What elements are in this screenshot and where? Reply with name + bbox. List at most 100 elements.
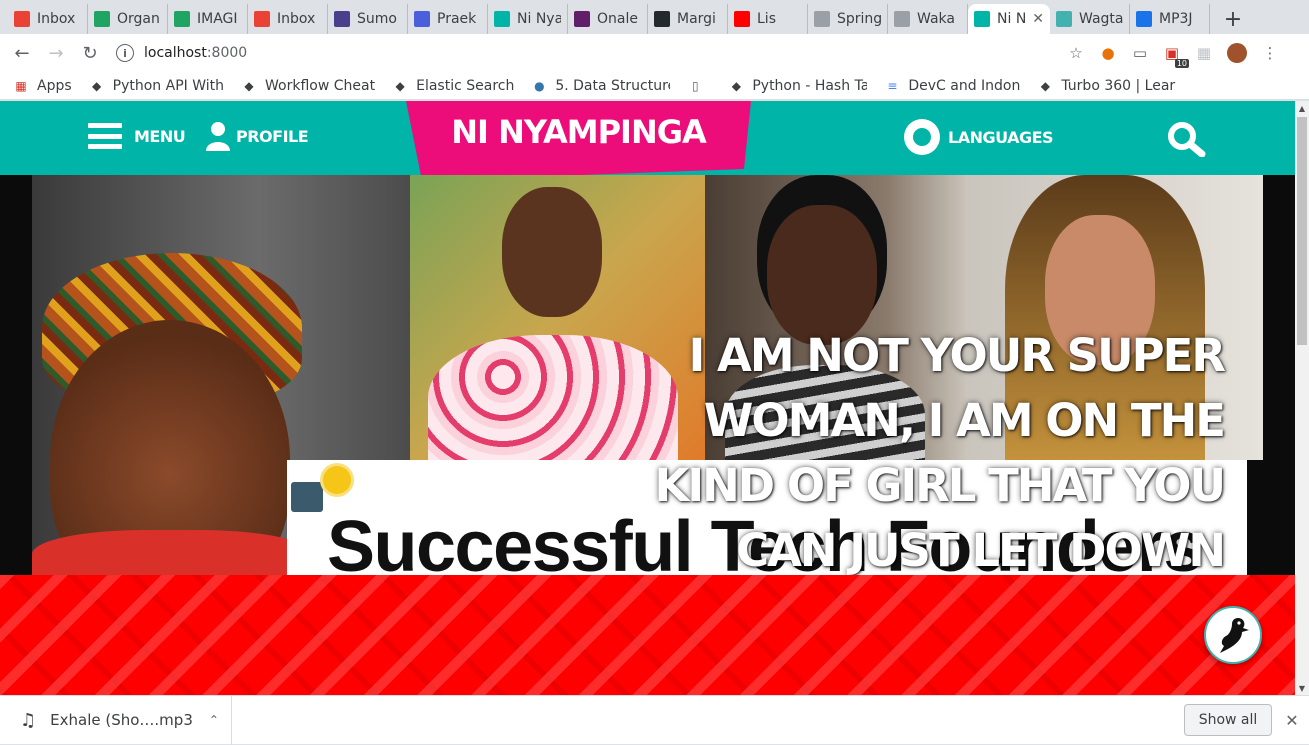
- scrollbar-thumb[interactable]: [1297, 117, 1307, 345]
- gmail-icon: [254, 11, 270, 27]
- address-bar[interactable]: i localhost:8000: [116, 38, 1067, 68]
- tab-title: Inbox: [277, 11, 316, 27]
- bookmark-item[interactable]: ◆ Python API With: [90, 78, 224, 94]
- bookmark-item[interactable]: ● 5. Data Structure: [532, 78, 670, 94]
- bookmark-label: DevC and Indon: [908, 77, 1021, 94]
- pattern-section: [0, 575, 1295, 695]
- show-all-button[interactable]: Show all: [1184, 704, 1272, 736]
- profile-button[interactable]: PROFILE: [206, 121, 309, 151]
- menu-label: MENU: [134, 126, 186, 146]
- browser-tab[interactable]: Ni N ✕: [968, 4, 1050, 34]
- languages-button[interactable]: LANGUAGES: [904, 119, 1054, 155]
- bookmark-label: Python - Hash Ta: [752, 77, 868, 94]
- bookmark-item[interactable]: ▦ Apps: [14, 77, 72, 94]
- extension-rocket-icon[interactable]: ●: [1099, 44, 1117, 62]
- reload-button[interactable]: ↻: [74, 37, 106, 69]
- browser-menu-icon[interactable]: ⋮: [1261, 44, 1279, 62]
- profile-avatar[interactable]: [1227, 43, 1247, 63]
- browser-tab[interactable]: Organ: [88, 4, 168, 34]
- browser-tab[interactable]: Margi: [648, 4, 728, 34]
- bookmark-item[interactable]: ◆ Workflow Cheat: [242, 78, 375, 94]
- back-button[interactable]: ←: [6, 37, 38, 69]
- bookmark-item[interactable]: ◆ Elastic Search: [393, 78, 514, 94]
- tab-title: Ni N: [997, 11, 1027, 27]
- apps-grid-icon: ▦: [15, 78, 27, 93]
- tab-title: Waka: [917, 11, 955, 27]
- browser-tab[interactable]: Lis: [728, 4, 808, 34]
- globe-chat-icon: [904, 119, 940, 155]
- browser-tab[interactable]: Ni Nya: [488, 4, 568, 34]
- site-info-icon[interactable]: i: [116, 44, 134, 62]
- close-icon[interactable]: ✕: [1282, 708, 1302, 732]
- extension-calendar-icon[interactable]: ▣ 10: [1163, 44, 1189, 68]
- site-logo[interactable]: NI NYAMPINGA: [406, 101, 751, 181]
- profile-label: PROFILE: [236, 126, 309, 146]
- browser-tab[interactable]: Inbox: [248, 4, 328, 34]
- tab-strip: Inbox Organ IMAGI Inbox Sumo Praek Ni Nya Onale…: [0, 0, 1309, 34]
- scroll-down-arrow-icon[interactable]: ▼: [1295, 681, 1309, 695]
- downloads-bar: ♫ Exhale (Sho….mp3 ⌃ Show all ✕: [0, 695, 1309, 745]
- bookmark-icon: ◆: [395, 78, 405, 93]
- tab-title: Praek: [437, 11, 477, 27]
- search-button[interactable]: [1166, 121, 1208, 158]
- site-header: MENU PROFILE NI NYAMPINGA LANGUAGES: [0, 101, 1295, 181]
- wagtail-userbar-button[interactable]: [1204, 606, 1262, 664]
- scroll-up-arrow-icon[interactable]: ▲: [1295, 101, 1309, 115]
- music-file-icon: ♫: [20, 709, 37, 731]
- calendar-icon: [414, 11, 430, 27]
- browser-tab[interactable]: Spring: [808, 4, 888, 34]
- gmail-icon: [14, 11, 30, 27]
- bookmark-item[interactable]: ◆ Python - Hash Ta: [729, 77, 868, 94]
- logo-text: NI NYAMPINGA: [451, 113, 707, 151]
- menu-button[interactable]: MENU: [88, 123, 186, 149]
- tab-title: Onale: [597, 11, 638, 27]
- slack-icon: [574, 11, 590, 27]
- browser-tab[interactable]: IMAGI: [168, 4, 248, 34]
- youtube-icon: [734, 11, 750, 27]
- extension-window-icon[interactable]: ▭: [1131, 44, 1149, 62]
- browser-tab[interactable]: Sumo: [328, 4, 408, 34]
- drive-icon: [94, 11, 110, 27]
- drive-icon: [174, 11, 190, 27]
- close-tab-icon[interactable]: ✕: [1032, 11, 1044, 27]
- bookmark-label: Apps: [37, 77, 72, 94]
- chevron-up-icon[interactable]: ⌃: [209, 713, 219, 727]
- page-icon: [894, 11, 910, 27]
- browser-tab[interactable]: Praek: [408, 4, 488, 34]
- tab-title: MP3J: [1159, 11, 1193, 27]
- tab-title: Ni Nya: [517, 11, 561, 27]
- search-icon: [1168, 122, 1206, 158]
- extension-grid-icon[interactable]: ▦: [1195, 44, 1213, 62]
- bookmark-star-icon[interactable]: ☆: [1067, 44, 1085, 62]
- tab-title: Inbox: [37, 11, 76, 27]
- browser-tab[interactable]: Onale: [568, 4, 648, 34]
- extension-badge: 10: [1174, 59, 1189, 68]
- bookmarks-bar: ▦ Apps ◆ Python API With ◆ Workflow Cheat ◆ Ela…: [0, 72, 1309, 100]
- bookmark-label: Workflow Cheat: [265, 77, 376, 94]
- download-item[interactable]: ♫ Exhale (Sho….mp3 ⌃: [0, 695, 232, 745]
- docs-icon: ≡: [887, 78, 898, 93]
- browser-tab[interactable]: Wagta: [1050, 4, 1130, 34]
- url-port: :8000: [206, 45, 248, 61]
- bookmark-label: Turbo 360 | Learn: [1061, 77, 1177, 94]
- tab-title: IMAGI: [197, 11, 238, 27]
- forward-button[interactable]: →: [40, 37, 72, 69]
- browser-tab[interactable]: Waka: [888, 4, 968, 34]
- bookmark-item[interactable]: ≡ DevC and Indon: [885, 78, 1020, 94]
- toolbar-actions: ☆ ● ▭ ▣ 10 ▦ ⋮: [1067, 43, 1279, 68]
- browser-tab[interactable]: MP3J: [1130, 4, 1210, 34]
- browser-tab[interactable]: Inbox: [8, 4, 88, 34]
- page-scrollbar[interactable]: ▲ ▼: [1295, 101, 1309, 695]
- bookmark-icon: ◆: [92, 78, 102, 93]
- new-tab-button[interactable]: +: [1218, 4, 1248, 34]
- bookmark-item[interactable]: ◆ Turbo 360 | Learn: [1038, 77, 1177, 94]
- hero-quote: I AM NOT YOUR SUPER WOMAN, I AM ON THE K…: [654, 329, 1226, 575]
- bookmark-item[interactable]: ▯: [688, 79, 711, 93]
- ninyampinga-icon: [974, 11, 990, 27]
- page-icon: ▯: [692, 78, 699, 93]
- github-icon: [654, 11, 670, 27]
- page-icon: [814, 11, 830, 27]
- hamburger-icon: [88, 123, 122, 149]
- tab-title: Wagta: [1079, 11, 1123, 27]
- download-icon: [1136, 11, 1152, 27]
